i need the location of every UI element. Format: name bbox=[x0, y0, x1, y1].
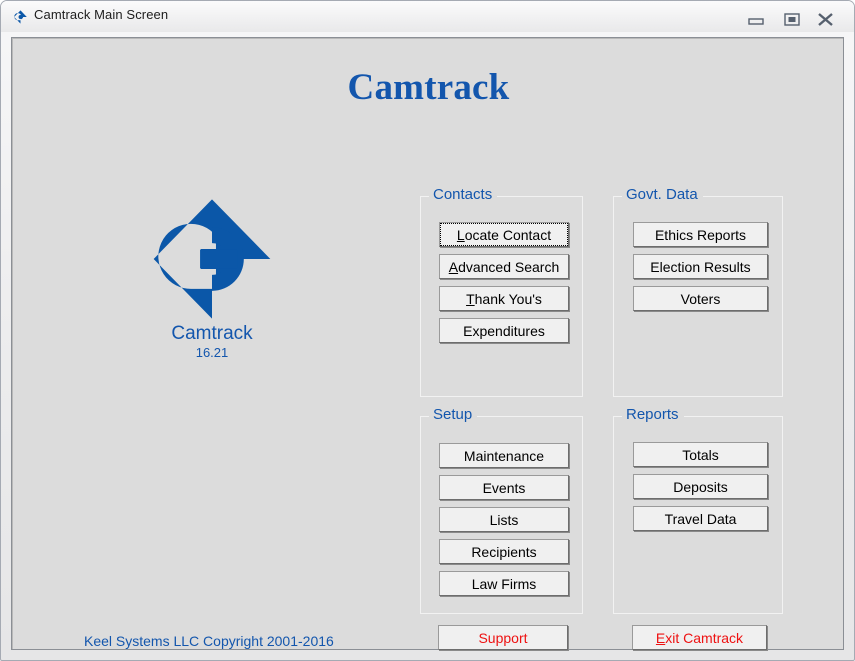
group-contacts-label: Contacts bbox=[429, 186, 498, 203]
lists-button-label: Lists bbox=[489, 511, 519, 528]
thank-yous-button-label: Thank You's bbox=[466, 290, 542, 307]
totals-button-label: Totals bbox=[682, 446, 719, 463]
minimize-icon[interactable] bbox=[743, 11, 769, 27]
thank-yous-button[interactable]: Thank You's bbox=[439, 286, 569, 311]
ethics-reports-button[interactable]: Ethics Reports bbox=[633, 222, 768, 247]
support-button-label: Support bbox=[478, 629, 528, 646]
page-title: Camtrack bbox=[347, 67, 510, 108]
exit-camtrack-button-label: Exit Camtrack bbox=[655, 629, 744, 646]
expenditures-button[interactable]: Expenditures bbox=[439, 318, 569, 343]
law-firms-button-label: Law Firms bbox=[471, 575, 537, 592]
events-button-label: Events bbox=[482, 479, 526, 496]
camtrack-logo-large-icon bbox=[132, 198, 292, 320]
totals-button[interactable]: Totals bbox=[633, 442, 768, 467]
title-bar: Camtrack Main Screen bbox=[1, 1, 854, 32]
travel-data-button[interactable]: Travel Data bbox=[633, 506, 768, 531]
lists-button[interactable]: Lists bbox=[439, 507, 569, 532]
voters-button-label: Voters bbox=[680, 290, 721, 307]
brand-logo-block: Camtrack 16.21 bbox=[132, 198, 292, 360]
close-icon[interactable] bbox=[813, 11, 839, 27]
group-setup-label: Setup bbox=[429, 406, 478, 423]
deposits-button-label: Deposits bbox=[673, 478, 728, 495]
maintenance-button[interactable]: Maintenance bbox=[439, 443, 569, 468]
travel-data-button-label: Travel Data bbox=[664, 510, 737, 527]
group-setup: Setup Maintenance Events Lists Recipient… bbox=[420, 406, 583, 614]
recipients-button[interactable]: Recipients bbox=[439, 539, 569, 564]
voters-button[interactable]: Voters bbox=[633, 286, 768, 311]
window-title: Camtrack Main Screen bbox=[34, 7, 169, 22]
maximize-icon[interactable] bbox=[779, 11, 805, 27]
copyright-text: Keel Systems LLC Copyright 2001-2016 bbox=[84, 633, 334, 649]
maintenance-button-label: Maintenance bbox=[463, 447, 545, 464]
exit-camtrack-button[interactable]: Exit Camtrack bbox=[632, 625, 767, 650]
logo-app-name: Camtrack bbox=[171, 323, 253, 344]
expenditures-button-label: Expenditures bbox=[463, 322, 545, 339]
locate-contact-button[interactable]: Locate Contact bbox=[439, 222, 569, 247]
recipients-button-label: Recipients bbox=[471, 543, 537, 560]
group-reports-label: Reports bbox=[622, 406, 684, 423]
law-firms-button[interactable]: Law Firms bbox=[439, 571, 569, 596]
events-button[interactable]: Events bbox=[439, 475, 569, 500]
deposits-button[interactable]: Deposits bbox=[633, 474, 768, 499]
group-govt-data-label: Govt. Data bbox=[622, 186, 703, 203]
group-govt-data: Govt. Data Ethics Reports Election Resul… bbox=[613, 186, 783, 397]
election-results-button-label: Election Results bbox=[650, 258, 751, 275]
group-reports: Reports Totals Deposits Travel Data bbox=[613, 406, 783, 614]
main-window: Camtrack Main Screen Camtrack Camtrack 1… bbox=[0, 0, 855, 661]
election-results-button[interactable]: Election Results bbox=[633, 254, 768, 279]
client-area: Camtrack Camtrack 16.21 Contacts Locate … bbox=[11, 37, 844, 650]
camtrack-logo-icon bbox=[13, 10, 28, 24]
logo-version: 16.21 bbox=[195, 344, 229, 360]
locate-contact-button-label: Locate Contact bbox=[456, 226, 552, 243]
advanced-search-button-label: Advanced Search bbox=[448, 258, 560, 275]
advanced-search-button[interactable]: Advanced Search bbox=[439, 254, 569, 279]
ethics-reports-button-label: Ethics Reports bbox=[654, 226, 747, 243]
support-button[interactable]: Support bbox=[438, 625, 568, 650]
group-contacts: Contacts Locate Contact Advanced Search … bbox=[420, 186, 583, 397]
